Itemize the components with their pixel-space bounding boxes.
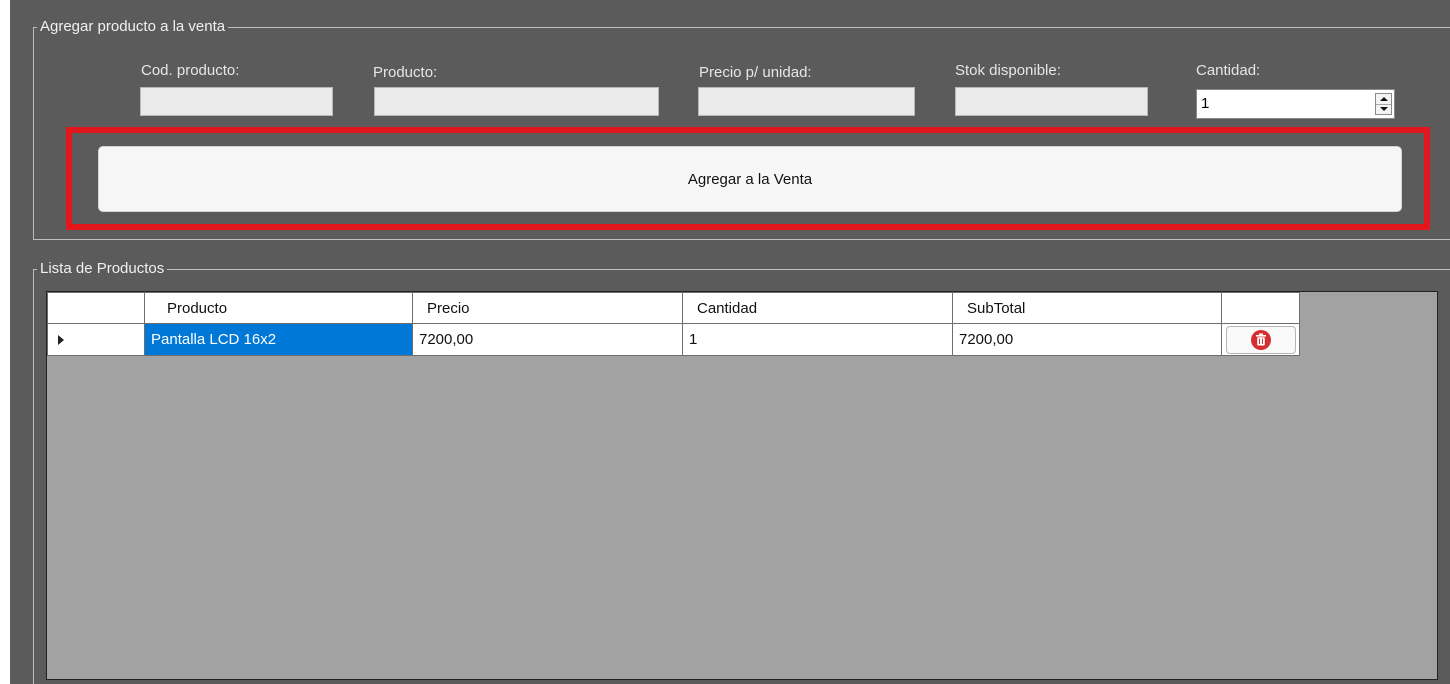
chevron-down-icon [1379,107,1388,111]
quantity-label: Cantidad: [1196,62,1261,79]
unit-price-field[interactable] [698,87,915,116]
row-header[interactable] [47,323,145,356]
sales-panel: Agregar producto a la venta Cod. product… [10,0,1450,684]
chevron-up-icon [1379,97,1388,101]
stock-label: Stok disponible: [955,62,1061,79]
column-header-delete[interactable] [1221,292,1300,324]
product-code-label: Cod. producto: [141,62,240,79]
cell-producto[interactable]: Pantalla LCD 16x2 [144,323,413,356]
quantity-down-button[interactable] [1376,104,1391,114]
quantity-stepper[interactable]: 1 [1196,89,1395,119]
quantity-value[interactable]: 1 [1201,95,1209,113]
product-list-group-legend: Lista de Productos [37,260,168,278]
cell-delete [1221,323,1300,356]
product-name-field[interactable] [374,87,659,116]
cell-cantidad[interactable]: 1 [682,323,953,356]
grid-corner-header[interactable] [47,292,145,324]
products-table: Producto Precio Cantidad SubTotal Pantal… [47,292,1300,356]
stock-field[interactable] [955,87,1148,116]
grid-header-row: Producto Precio Cantidad SubTotal [47,292,1300,324]
products-grid[interactable]: Producto Precio Cantidad SubTotal Pantal… [46,291,1438,680]
quantity-spin-buttons[interactable] [1375,93,1392,115]
cell-precio[interactable]: 7200,00 [412,323,683,356]
add-product-group-legend: Agregar producto a la venta [37,18,229,36]
product-code-field[interactable] [140,87,333,116]
row-arrow-icon [58,335,64,346]
trash-glyph [1255,333,1266,346]
column-header-cantidad[interactable]: Cantidad [682,292,953,324]
add-to-sale-label: Agregar a la Venta [687,170,813,188]
delete-row-button[interactable] [1225,325,1296,354]
column-header-precio[interactable]: Precio [412,292,683,324]
unit-price-label: Precio p/ unidad: [699,64,812,81]
add-to-sale-button[interactable]: Agregar a la Venta [98,146,1402,212]
table-row[interactable]: Pantalla LCD 16x2 7200,00 1 7200,00 [47,323,1300,356]
cell-subtotal[interactable]: 7200,00 [952,323,1222,356]
trash-icon [1250,329,1271,350]
column-header-producto[interactable]: Producto [144,292,413,324]
product-name-label: Producto: [373,64,438,81]
column-header-subtotal[interactable]: SubTotal [952,292,1222,324]
